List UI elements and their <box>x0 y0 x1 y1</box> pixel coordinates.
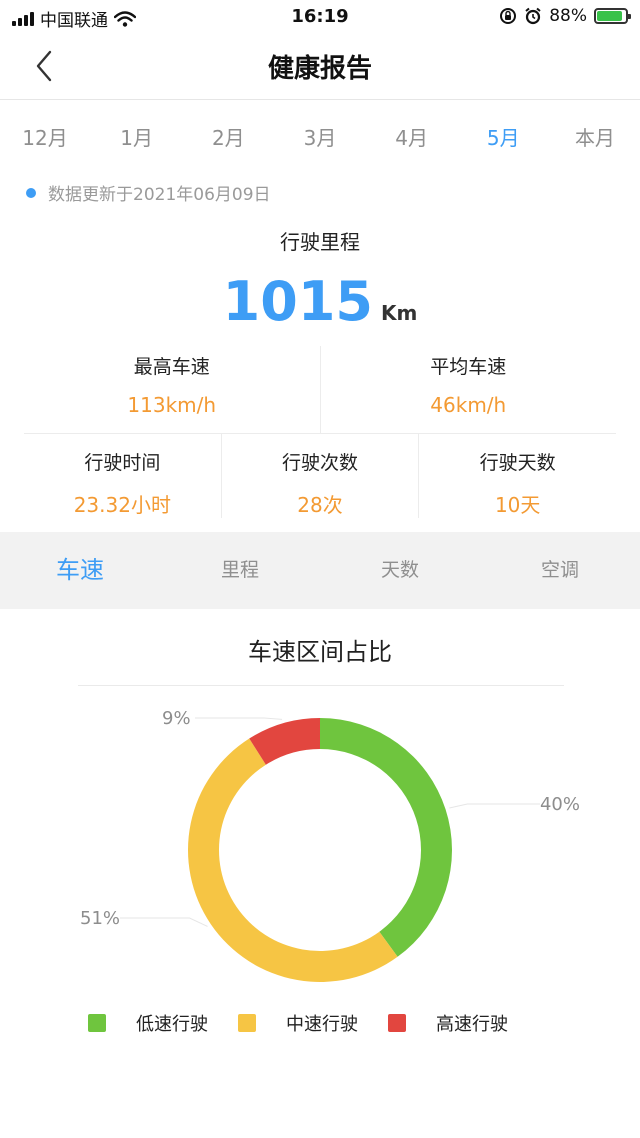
month-tabs: 12月 1月 2月 3月 4月 5月 本月 <box>0 118 640 158</box>
legend-item-high: 高速行驶 <box>388 1010 508 1036</box>
legend-label: 高速行驶 <box>436 1014 508 1035</box>
tab-month-feb[interactable]: 2月 <box>205 118 251 158</box>
page-title: 健康报告 <box>267 54 372 84</box>
metric-tabs: 车速 里程 天数 空调 <box>0 532 640 609</box>
chart-divider <box>78 685 564 686</box>
leader-line-1 <box>120 917 208 927</box>
nav-bar: 健康报告 <box>0 34 640 100</box>
chart-title: 车速区间占比 <box>248 638 392 666</box>
tab-days[interactable]: 天数 <box>320 532 480 609</box>
update-dot-icon <box>26 187 36 198</box>
tab-speed[interactable]: 车速 <box>0 532 160 609</box>
tab-month-dec[interactable]: 12月 <box>22 118 68 158</box>
mileage-summary: 1015 Km <box>0 270 640 333</box>
stat-drive-days: 行驶天数 10天 <box>418 434 616 518</box>
stat-value: 28次 <box>297 493 343 517</box>
speed-donut-chart: 40% 51% 9% <box>80 708 580 982</box>
stats-speed-row: 最高车速 113km/h 平均车速 46km/h <box>24 346 616 434</box>
stat-label: 行驶次数 <box>282 452 359 474</box>
donut-slice-1[interactable] <box>188 738 398 982</box>
stat-value: 46km/h <box>430 393 507 417</box>
legend-swatch <box>88 1014 106 1032</box>
tab-month-apr[interactable]: 4月 <box>389 118 435 158</box>
tab-month-mar[interactable]: 3月 <box>297 118 343 158</box>
update-info: 数据更新于2021年06月09日 <box>26 180 271 205</box>
stat-value: 113km/h <box>127 393 217 417</box>
stat-drive-count: 行驶次数 28次 <box>220 434 419 518</box>
donut-slice-0[interactable] <box>320 718 453 957</box>
status-bar: 中国联通 16:19 88% <box>0 0 640 34</box>
legend-swatch <box>238 1014 256 1032</box>
stats-drive-row: 行驶时间 23.32小时 行驶次数 28次 行驶天数 10天 <box>24 434 616 518</box>
leader-line-0 <box>449 803 540 809</box>
legend-item-low: 低速行驶 <box>88 1010 208 1036</box>
battery-percent: 88% <box>549 6 587 26</box>
slice-label-0: 40% <box>540 794 580 815</box>
stat-value: 23.32小时 <box>73 493 171 517</box>
tab-air-conditioning[interactable]: 空调 <box>480 532 640 609</box>
legend-label: 中速行驶 <box>286 1014 358 1035</box>
stat-avg-speed: 平均车速 46km/h <box>319 346 617 433</box>
stat-value: 10天 <box>494 493 541 517</box>
rotation-lock-icon <box>500 8 517 24</box>
status-right: 88% <box>499 6 631 26</box>
mileage-unit: Km <box>380 301 418 325</box>
alarm-icon <box>525 7 541 25</box>
tab-month-may[interactable]: 5月 <box>480 118 526 158</box>
leader-line-2 <box>195 717 283 720</box>
battery-icon <box>594 8 631 24</box>
slice-label-1: 51% <box>80 908 120 929</box>
chart-legend: 低速行驶 中速行驶 高速行驶 <box>88 1010 538 1036</box>
mileage-label: 行驶里程 <box>280 230 360 254</box>
stat-label: 行驶天数 <box>479 452 556 474</box>
mileage-value: 1015 <box>222 270 373 333</box>
stat-drive-time: 行驶时间 23.32小时 <box>24 434 221 518</box>
stat-label: 平均车速 <box>430 356 507 378</box>
legend-label: 低速行驶 <box>136 1014 208 1035</box>
tab-month-current[interactable]: 本月 <box>572 118 618 158</box>
tab-month-jan[interactable]: 1月 <box>114 118 160 158</box>
stat-max-speed: 最高车速 113km/h <box>24 346 320 433</box>
slice-label-2: 9% <box>162 708 191 729</box>
update-text: 数据更新于2021年06月09日 <box>48 185 271 205</box>
stat-label: 行驶时间 <box>84 452 161 474</box>
stat-label: 最高车速 <box>133 356 210 378</box>
legend-item-mid: 中速行驶 <box>238 1010 358 1036</box>
tab-mileage[interactable]: 里程 <box>160 532 320 609</box>
legend-swatch <box>388 1014 406 1032</box>
